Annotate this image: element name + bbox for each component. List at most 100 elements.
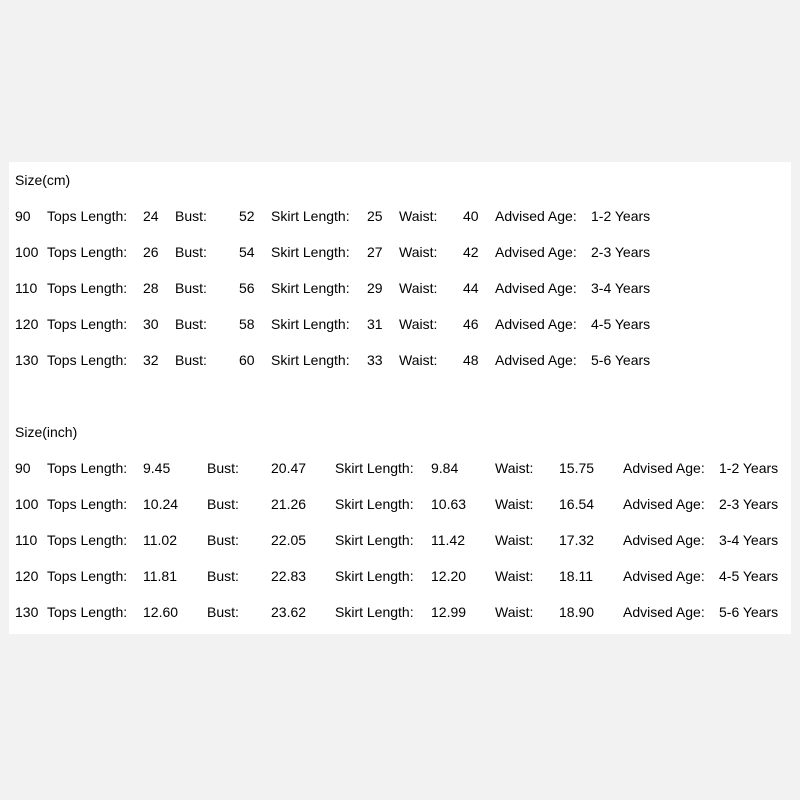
waist-value: 40 (463, 208, 479, 224)
tops-length-value: 12.60 (143, 604, 179, 620)
tops-length-label: Tops Length: (47, 352, 128, 368)
bust-value: 22.05 (271, 532, 307, 548)
advised-age-label: Advised Age: (623, 460, 705, 476)
advised-age-label: Advised Age: (495, 244, 577, 260)
bust-label: Bust: (207, 532, 239, 548)
tops-length-value: 30 (143, 316, 159, 332)
bust-value: 22.83 (271, 568, 307, 584)
skirt-length-value: 25 (367, 208, 383, 224)
tops-length-value: 26 (143, 244, 159, 260)
advised-age-value: 3-4 Years (591, 280, 651, 296)
advised-age-label: Advised Age: (623, 604, 705, 620)
tops-length-value: 24 (143, 208, 159, 224)
waist-label: Waist: (495, 568, 534, 584)
bust-label: Bust: (175, 280, 207, 296)
skirt-length-label: Skirt Length: (271, 352, 350, 368)
skirt-length-label: Skirt Length: (335, 568, 414, 584)
skirt-length-value: 29 (367, 280, 383, 296)
tops-length-label: Tops Length: (47, 568, 128, 584)
cm-heading: Size(cm) (15, 172, 71, 188)
skirt-length-value: 31 (367, 316, 383, 332)
advised-age-label: Advised Age: (623, 568, 705, 584)
bust-label: Bust: (207, 496, 239, 512)
advised-age-value: 2-3 Years (591, 244, 651, 260)
waist-value: 46 (463, 316, 479, 332)
advised-age-value: 4-5 Years (719, 568, 779, 584)
advised-age-value: 4-5 Years (591, 316, 651, 332)
bust-value: 23.62 (271, 604, 307, 620)
waist-label: Waist: (399, 316, 438, 332)
bust-label: Bust: (207, 568, 239, 584)
waist-value: 42 (463, 244, 479, 260)
size-value: 110 (15, 532, 38, 548)
waist-value: 44 (463, 280, 479, 296)
skirt-length-label: Skirt Length: (271, 316, 350, 332)
skirt-length-value: 11.42 (431, 532, 465, 548)
bust-value: 56 (239, 280, 255, 296)
tops-length-value: 11.81 (143, 568, 177, 584)
size-value: 130 (15, 352, 39, 368)
advised-age-value: 5-6 Years (719, 604, 779, 620)
tops-length-value: 10.24 (143, 496, 179, 512)
bust-value: 54 (239, 244, 255, 260)
size-value: 120 (15, 316, 39, 332)
size-value: 120 (15, 568, 39, 584)
waist-label: Waist: (399, 352, 438, 368)
bust-value: 58 (239, 316, 255, 332)
skirt-length-label: Skirt Length: (271, 244, 350, 260)
tops-length-value: 32 (143, 352, 159, 368)
bust-value: 21.26 (271, 496, 307, 512)
bust-label: Bust: (175, 316, 207, 332)
waist-label: Waist: (495, 496, 534, 512)
size-value: 100 (15, 244, 39, 260)
tops-length-label: Tops Length: (47, 532, 128, 548)
bust-value: 52 (239, 208, 255, 224)
waist-label: Waist: (399, 244, 438, 260)
waist-label: Waist: (495, 604, 534, 620)
skirt-length-value: 12.20 (431, 568, 467, 584)
skirt-length-label: Skirt Length: (271, 280, 350, 296)
waist-label: Waist: (495, 532, 534, 548)
bust-label: Bust: (207, 604, 239, 620)
waist-value: 15.75 (559, 460, 595, 476)
waist-value: 16.54 (559, 496, 595, 512)
advised-age-value: 5-6 Years (591, 352, 651, 368)
advised-age-label: Advised Age: (495, 316, 577, 332)
tops-length-label: Tops Length: (47, 208, 128, 224)
skirt-length-value: 10.63 (431, 496, 467, 512)
size-value: 100 (15, 496, 39, 512)
skirt-length-value: 33 (367, 352, 383, 368)
size-value: 90 (15, 460, 31, 476)
size-chart-card: Size(cm) 90 Tops Length: 24 Bust: 52 Skirt Le… (9, 162, 791, 634)
skirt-length-value: 9.84 (431, 460, 459, 476)
waist-value: 17.32 (559, 532, 595, 548)
skirt-length-label: Skirt Length: (335, 460, 414, 476)
advised-age-label: Advised Age: (623, 532, 705, 548)
size-value: 90 (15, 208, 31, 224)
bust-value: 20.47 (271, 460, 307, 476)
advised-age-value: 2-3 Years (719, 496, 779, 512)
tops-length-value: 9.45 (143, 460, 171, 476)
waist-value: 18.11 (559, 568, 593, 584)
bust-label: Bust: (175, 244, 207, 260)
waist-value: 18.90 (559, 604, 595, 620)
waist-label: Waist: (399, 208, 438, 224)
tops-length-label: Tops Length: (47, 244, 128, 260)
advised-age-label: Advised Age: (623, 496, 705, 512)
bust-value: 60 (239, 352, 255, 368)
skirt-length-label: Skirt Length: (271, 208, 350, 224)
skirt-length-label: Skirt Length: (335, 532, 414, 548)
inch-heading: Size(inch) (15, 424, 78, 440)
advised-age-label: Advised Age: (495, 208, 577, 224)
advised-age-value: 3-4 Years (719, 532, 779, 548)
skirt-length-label: Skirt Length: (335, 496, 414, 512)
advised-age-value: 1-2 Years (719, 460, 779, 476)
tops-length-value: 28 (143, 280, 159, 296)
advised-age-label: Advised Age: (495, 352, 577, 368)
skirt-length-value: 27 (367, 244, 383, 260)
advised-age-label: Advised Age: (495, 280, 577, 296)
skirt-length-value: 12.99 (431, 604, 467, 620)
waist-label: Waist: (399, 280, 438, 296)
tops-length-label: Tops Length: (47, 496, 128, 512)
waist-label: Waist: (495, 460, 534, 476)
